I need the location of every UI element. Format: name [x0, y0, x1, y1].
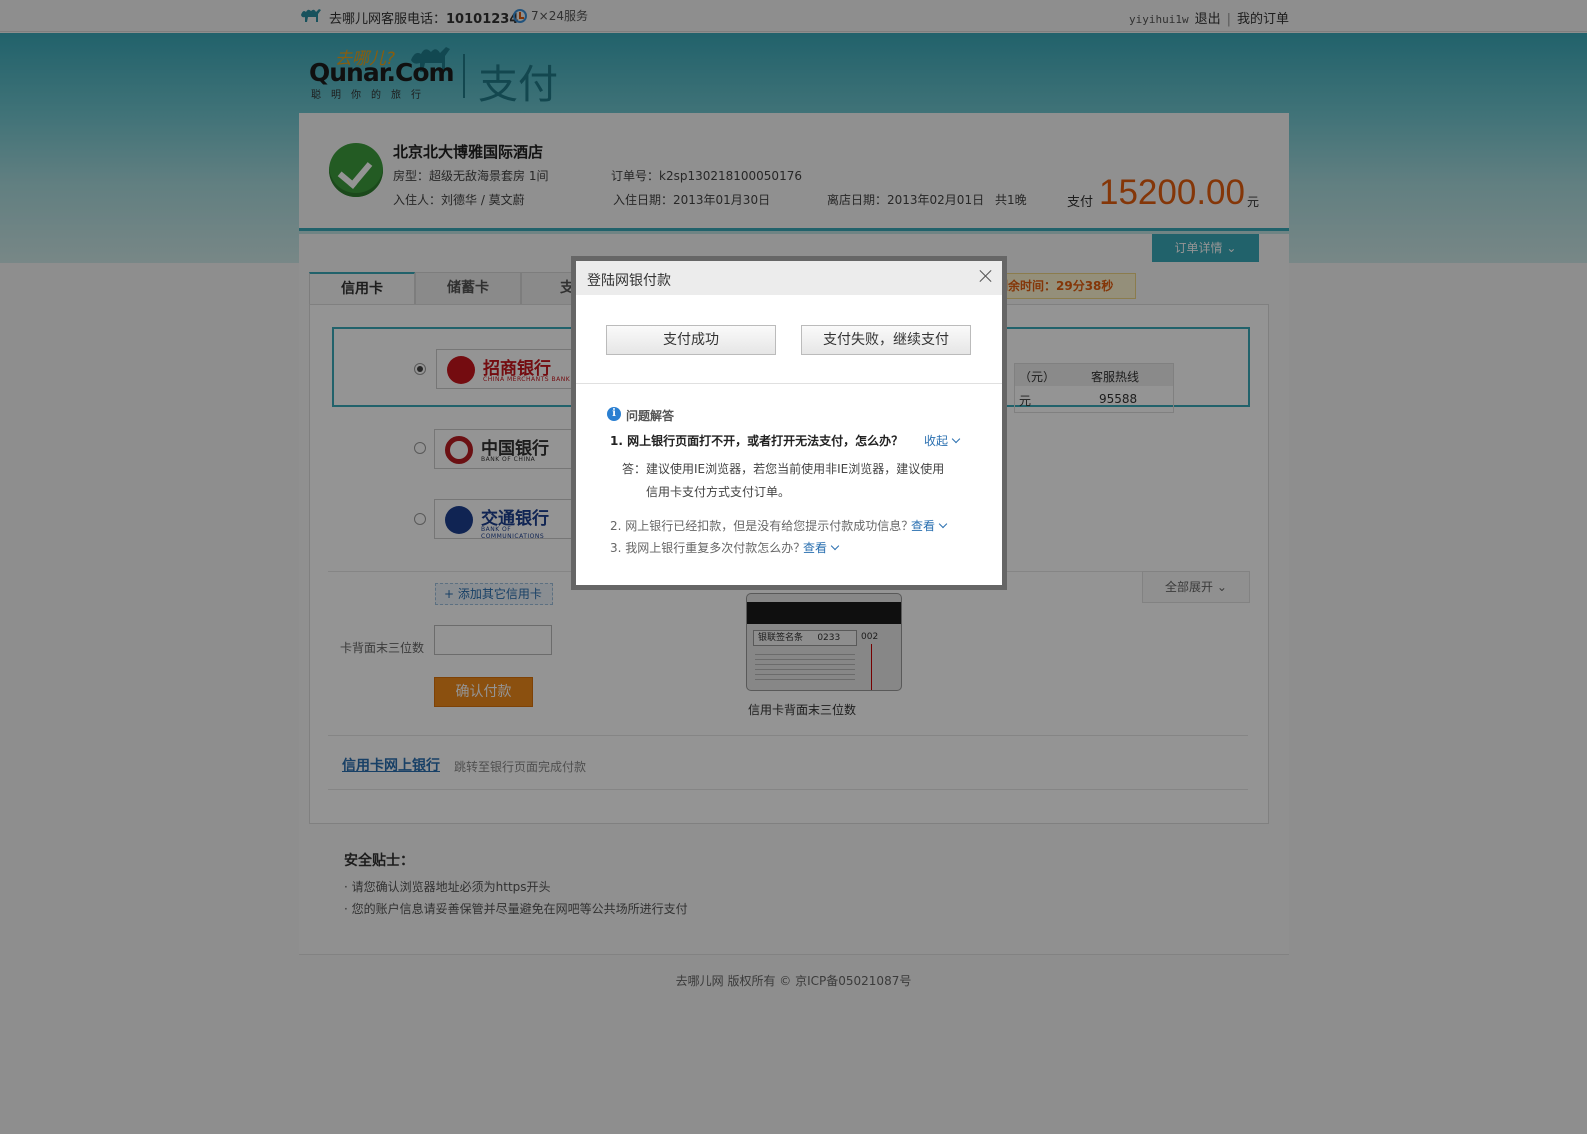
chevron-down-icon — [951, 434, 961, 444]
info-icon: i — [607, 407, 621, 421]
faq-link-label: 查看 — [911, 519, 936, 533]
faq-question-3: 3. 我网上银行重复多次付款怎么办？ — [610, 541, 806, 555]
faq-question-2: 2. 网上银行已经扣款，但是没有给您提示付款成功信息？ — [610, 519, 914, 533]
chevron-down-icon — [830, 541, 840, 551]
payment-success-button[interactable]: 支付成功 — [606, 325, 776, 355]
answer-line: 信用卡支付方式支付订单。 — [646, 485, 791, 499]
faq-link-label: 收起 — [924, 434, 949, 448]
payment-failed-continue-button[interactable]: 支付失败，继续支付 — [801, 325, 971, 355]
close-icon[interactable] — [978, 268, 994, 284]
faq-view-link-2[interactable]: 查看 — [911, 517, 948, 534]
faq-title: 问题解答 — [626, 409, 675, 423]
chevron-down-icon — [938, 519, 948, 529]
faq-link-label: 查看 — [803, 541, 828, 555]
faq-view-link-3[interactable]: 查看 — [803, 539, 840, 556]
dialog-divider — [576, 383, 1002, 384]
bank-login-dialog: 登陆网银付款 支付成功 支付失败，继续支付 i 问题解答 1. 网上银行页面打不… — [576, 261, 1002, 585]
answer-line: 答：建议使用IE浏览器，若您当前使用非IE浏览器，建议使用 — [622, 462, 945, 476]
dialog-header: 登陆网银付款 — [576, 261, 1002, 295]
dialog-title: 登陆网银付款 — [587, 273, 671, 289]
bank-login-dialog-frame: 登陆网银付款 支付成功 支付失败，继续支付 i 问题解答 1. 网上银行页面打不… — [571, 256, 1007, 590]
faq-collapse-link[interactable]: 收起 — [924, 432, 961, 449]
faq-answer-1: 答：建议使用IE浏览器，若您当前使用非IE浏览器，建议使用 信用卡支付方式支付订… — [622, 458, 944, 504]
faq-question-1: 1. 网上银行页面打不开，或者打开无法支付，怎么办？ — [610, 434, 904, 448]
